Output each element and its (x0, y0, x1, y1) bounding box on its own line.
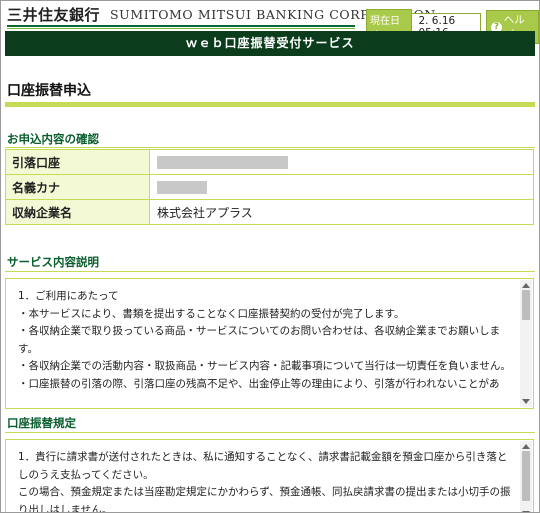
withdrawal-account-label: 引落口座 (5, 149, 150, 175)
page-title-rule (5, 102, 535, 107)
confirmation-table: 引落口座 名義カナ 収納企業名 株式会社アプラス (5, 149, 534, 225)
brand-divider-accent (7, 28, 355, 29)
service-title-bar: ｗｅｂ口座振替受付サービス (5, 31, 535, 56)
transfer-rules-scrollbar[interactable] (520, 441, 532, 512)
service-description-heading: サービス内容説明 (7, 255, 99, 269)
rules-line: この場合、預金規定または当座勘定規定にかかわらず、預金通帳、同払戻請求書の提出ま… (18, 486, 511, 513)
withdrawal-account-value (149, 149, 534, 175)
page-title: 口座振替申込 (7, 83, 91, 99)
scroll-up-icon[interactable] (522, 444, 530, 449)
masked-value (157, 156, 288, 169)
page-frame: 三井住友銀行 SUMITOMO MITSUI BANKING CORPORATI… (0, 0, 540, 513)
description-line: ・各収納企業で取り扱っている商品・サービスについてのお問い合わせは、各収納企業ま… (18, 325, 501, 355)
account-name-kana-value (149, 174, 534, 200)
company-name-label: 収納企業名 (5, 199, 150, 225)
confirmation-heading: お申込内容の確認 (7, 132, 99, 146)
description-line: ・本サービスにより、書類を提出することなく口座振替契約の受付が完了します。 (18, 307, 405, 320)
transfer-rules-rule (5, 432, 535, 433)
scrollbar-thumb[interactable] (522, 451, 530, 501)
account-name-kana-label: 名義カナ (5, 174, 150, 200)
table-row: 引落口座 (5, 149, 534, 175)
transfer-rules-heading: 口座振替規定 (7, 416, 76, 430)
description-line: ・口座振替の引落の際、引落口座の残高不足や、出金停止等の理由により、引落が行われ… (18, 377, 500, 390)
service-description-rule (5, 271, 535, 272)
service-description-text: 1．ご利用にあたって ・本サービスにより、書類を提出することなく口座振替契約の受… (18, 288, 514, 393)
scroll-down-icon[interactable] (522, 399, 530, 404)
service-description-scrollbar[interactable] (520, 280, 532, 407)
description-line: 1．ご利用にあたって (18, 290, 119, 302)
confirmation-rule (5, 147, 535, 148)
scroll-up-icon[interactable] (522, 283, 530, 288)
brand-divider (7, 25, 355, 27)
transfer-rules-box[interactable]: 1．貴行に請求書が送付されたときは、私に通知することなく、請求書記載金額を預金口… (5, 439, 534, 513)
rules-line: 1．貴行に請求書が送付されたときは、私に通知することなく、請求書記載金額を預金口… (18, 451, 508, 481)
company-name-value: 株式会社アプラス (149, 199, 534, 225)
service-description-box[interactable]: 1．ご利用にあたって ・本サービスにより、書類を提出することなく口座振替契約の受… (5, 278, 534, 409)
masked-value (157, 181, 207, 194)
table-row: 名義カナ (5, 174, 534, 200)
scrollbar-thumb[interactable] (522, 290, 530, 320)
table-row: 収納企業名 株式会社アプラス (5, 199, 534, 225)
transfer-rules-text: 1．貴行に請求書が送付されたときは、私に通知することなく、請求書記載金額を預金口… (18, 449, 514, 513)
description-line: ・各収納企業での活動内容・取扱商品・サービス内容・記載事項について当行は一切責任… (18, 360, 511, 372)
bank-name-jp: 三井住友銀行 (7, 5, 101, 24)
